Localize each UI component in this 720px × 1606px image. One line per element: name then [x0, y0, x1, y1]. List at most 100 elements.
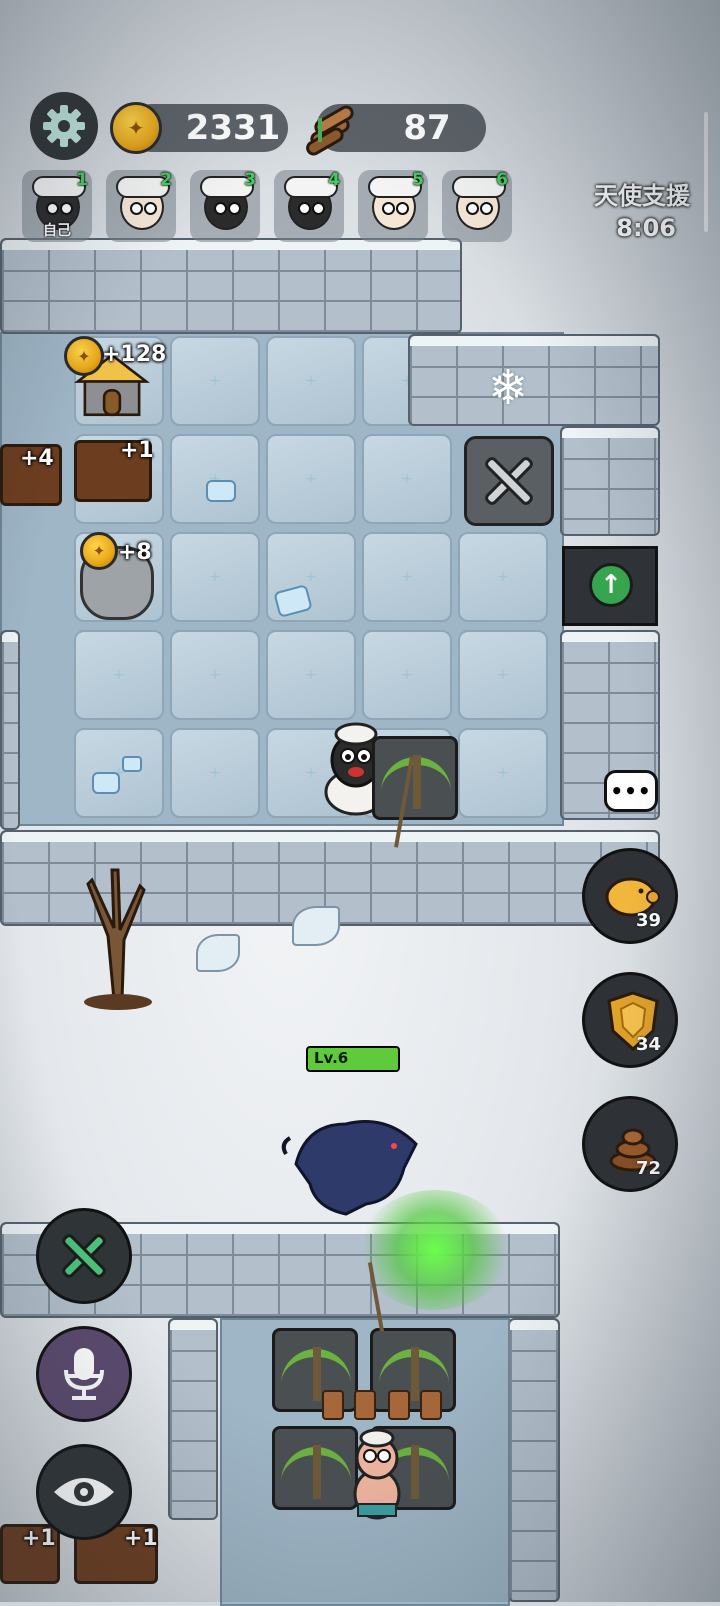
eye	[382, 202, 395, 215]
chat-button[interactable]: •••	[604, 770, 658, 812]
repair-station[interactable]	[464, 436, 554, 526]
gold-coin-icon: ✦	[64, 336, 104, 376]
crossbow-turret[interactable]	[272, 1328, 358, 1412]
poop-button[interactable]: 72	[582, 1096, 678, 1192]
eye	[46, 202, 59, 215]
ice-floor-tile[interactable]	[170, 532, 260, 622]
eye	[396, 202, 409, 215]
player-avatar-6[interactable]: 6	[442, 170, 512, 242]
gear-icon	[43, 105, 85, 147]
sheep-avatar-icon	[368, 176, 422, 230]
ice-floor-tile[interactable]	[458, 532, 548, 622]
ice-floor-tile[interactable]	[170, 336, 260, 426]
ice-floor-tile[interactable]	[458, 728, 548, 818]
angel-support-title: 天使支援	[594, 182, 690, 210]
piggy-bank-count: 39	[635, 910, 661, 931]
eye	[228, 202, 241, 215]
wood-stump	[322, 1390, 344, 1420]
player-number: 2	[160, 170, 172, 190]
settings-button[interactable]	[30, 92, 98, 160]
shield-button[interactable]: 34	[582, 972, 678, 1068]
eye	[480, 202, 493, 215]
player-number: 6	[496, 170, 508, 190]
piggy-bank-button[interactable]: 39	[582, 848, 678, 944]
wood-pile-gain: +4	[20, 446, 54, 471]
ice-floor-tile[interactable]	[266, 434, 356, 524]
eye	[312, 202, 325, 215]
gold-coin-icon: ✦	[80, 532, 118, 570]
gold-coin-icon: ✦	[110, 102, 162, 154]
sheep-avatar-icon	[116, 176, 170, 230]
player-avatar-3[interactable]: 3	[190, 170, 260, 242]
wood-stump	[354, 1390, 376, 1420]
player-number: 5	[412, 170, 424, 190]
ice-floor-tile[interactable]	[266, 630, 356, 720]
spiked-gate[interactable]: ↑	[562, 546, 658, 626]
wall-segment	[560, 426, 660, 536]
player-avatar-2[interactable]: 2	[106, 170, 176, 242]
player-avatar-4[interactable]: 4	[274, 170, 344, 242]
player-number: 4	[328, 170, 340, 190]
wall-segment	[0, 630, 20, 830]
crossbow-turret[interactable]	[372, 736, 458, 820]
microphone-icon	[64, 1348, 104, 1400]
crossbow-turret[interactable]	[370, 1328, 456, 1412]
sheep-avatar-icon	[452, 176, 506, 230]
ice-floor-tile[interactable]	[74, 630, 164, 720]
upgrade-arrow-icon[interactable]: ↑	[589, 563, 633, 607]
eye	[466, 202, 479, 215]
player-self-label: 自己	[43, 223, 71, 239]
build-button[interactable]	[36, 1208, 132, 1304]
ice-floor-tile[interactable]	[74, 728, 164, 818]
ice-floor-tile[interactable]	[362, 434, 452, 524]
wrench-cross-icon	[485, 457, 533, 505]
ice-floor-tile[interactable]	[266, 336, 356, 426]
wood-value: 87	[403, 108, 451, 148]
eye	[214, 202, 227, 215]
player-number: 3	[244, 170, 256, 190]
wood-stump	[420, 1390, 442, 1420]
player-avatar-1[interactable]: 1 自己	[22, 170, 92, 242]
wall-segment	[0, 238, 462, 334]
sheep-avatar-icon	[284, 176, 338, 230]
wall-segment	[168, 1318, 218, 1520]
stone-mine-gain: +8	[118, 540, 152, 565]
eye	[60, 202, 73, 215]
ice-floor-tile[interactable]	[170, 434, 260, 524]
wood-pile-gain: +1	[22, 1526, 56, 1551]
frost-leaf	[196, 934, 240, 972]
scrollbar[interactable]	[704, 112, 708, 232]
gold-value: 2331	[185, 108, 281, 148]
poop-count: 72	[635, 1158, 661, 1179]
sheep-avatar-icon	[200, 176, 254, 230]
hut-gain: +128	[102, 342, 167, 367]
enemy-level-label: Lv.6	[314, 1049, 349, 1067]
frost-leaf	[292, 906, 340, 946]
ice-floor-tile[interactable]	[170, 728, 260, 818]
angel-support-timer: 8:06	[616, 214, 676, 242]
other-player-sheep	[353, 1428, 401, 1520]
wood-pile-gain: +1	[124, 1526, 158, 1551]
wood-stump	[388, 1390, 410, 1420]
view-button[interactable]	[36, 1444, 132, 1540]
voice-button[interactable]	[36, 1326, 132, 1422]
ice-floor-tile[interactable]	[362, 532, 452, 622]
wood-pile-gain: +1	[120, 438, 154, 463]
ice-floor-tile[interactable]	[362, 630, 452, 720]
wall-segment	[508, 1318, 560, 1602]
chat-dots: •••	[610, 779, 652, 803]
build-tools-icon	[62, 1234, 106, 1278]
ice-floor-tile[interactable]	[170, 630, 260, 720]
eye	[144, 202, 157, 215]
eye-icon	[54, 1478, 114, 1506]
eye	[298, 202, 311, 215]
wall-segment	[408, 334, 660, 426]
eye	[130, 202, 143, 215]
ice-floor-tile[interactable]	[458, 630, 548, 720]
dead-tree	[84, 868, 152, 1010]
wood-logs-icon	[306, 105, 354, 156]
player-avatar-5[interactable]: 5	[358, 170, 428, 242]
ice-crystal	[206, 480, 236, 502]
enemy-level-bar: Lv.6	[306, 1046, 400, 1072]
ice-crystal	[122, 756, 142, 772]
